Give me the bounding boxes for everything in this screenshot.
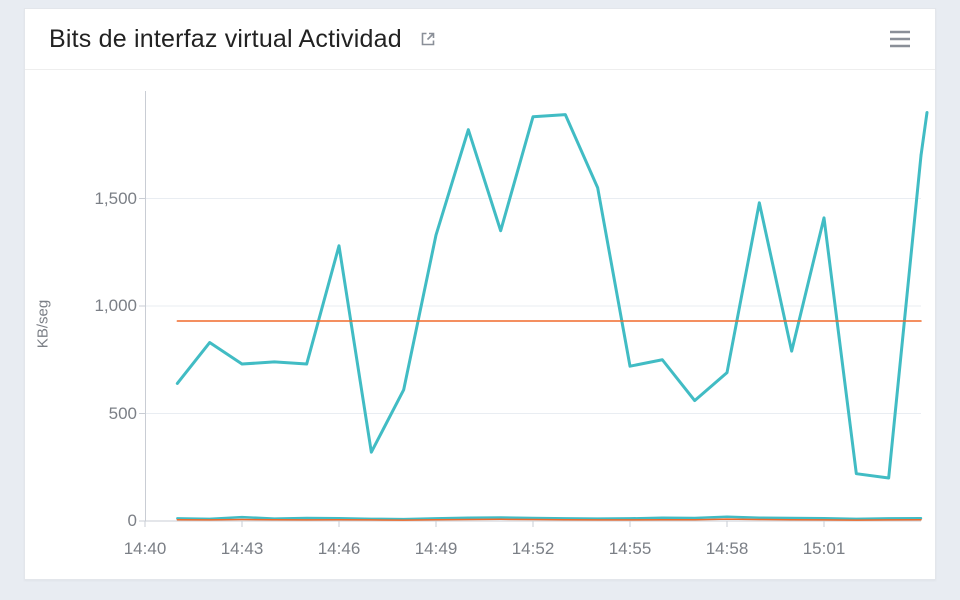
chart-menu-icon[interactable]: [889, 30, 911, 48]
chart-area: KB/seg 0 500 1,000 1,500 14:40 14:43 14:46 14:…: [25, 69, 935, 579]
x-tick-label: 15:01: [803, 539, 846, 559]
y-tick-label: 0: [81, 511, 137, 531]
series-primary: [177, 115, 921, 478]
card-title: Bits de interfaz virtual Actividad: [49, 25, 402, 54]
series-primary-tail: [921, 113, 927, 156]
plot-region[interactable]: [145, 91, 921, 521]
y-tick-label: 1,500: [81, 189, 137, 209]
x-tick-label: 14:52: [512, 539, 555, 559]
popout-icon[interactable]: [420, 31, 436, 47]
x-tick-label: 14:40: [124, 539, 167, 559]
y-tick-label: 1,000: [81, 296, 137, 316]
series-low_orange: [177, 519, 921, 520]
x-tick-label: 14:49: [415, 539, 458, 559]
x-tick-label: 14:58: [706, 539, 749, 559]
x-tick-label: 14:43: [221, 539, 264, 559]
y-tick-label: 500: [81, 404, 137, 424]
chart-card: Bits de interfaz virtual Actividad KB/se…: [24, 8, 936, 580]
card-header: Bits de interfaz virtual Actividad: [25, 9, 935, 70]
series-low_teal: [177, 517, 921, 519]
x-tick-label: 14:46: [318, 539, 361, 559]
y-axis-label: KB/seg: [35, 300, 52, 348]
x-tick-label: 14:55: [609, 539, 652, 559]
